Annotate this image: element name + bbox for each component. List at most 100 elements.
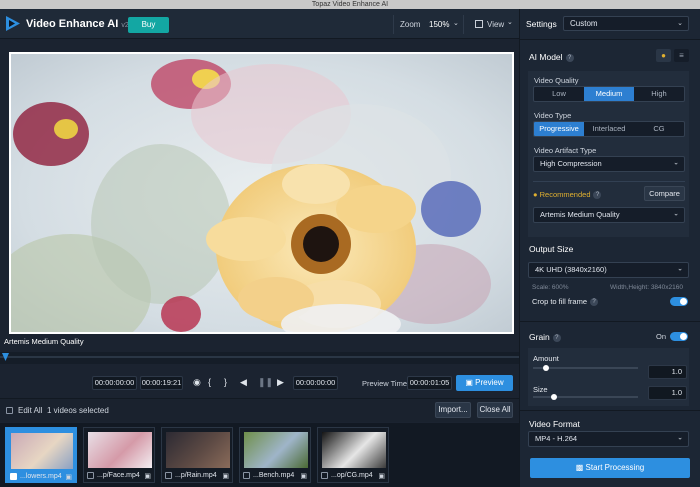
grain-state: On xyxy=(656,332,667,341)
help-icon[interactable]: ? xyxy=(565,53,574,62)
window-title-bar: Topaz Video Enhance AI xyxy=(0,0,700,9)
quality-option-medium[interactable]: Medium xyxy=(584,87,634,101)
file-checkbox[interactable] xyxy=(321,472,328,479)
artifact-type-select[interactable]: High Compression ⌄ xyxy=(533,156,685,172)
timeline-track[interactable] xyxy=(0,352,519,364)
scale-text: Scale: 600% xyxy=(532,284,569,291)
file-thumbnail[interactable]: ...op/CG.mp4 ▣ xyxy=(317,427,389,483)
amount-field[interactable]: 1.0 xyxy=(648,365,687,379)
file-name: ...p/Face.mp4 xyxy=(97,472,140,479)
selected-count: 1 videos selected xyxy=(47,406,109,415)
lock-icon: ▣ xyxy=(65,474,72,481)
lock-icon: ▣ xyxy=(378,473,385,480)
grain-toggle[interactable] xyxy=(670,332,688,341)
zoom-value: 150% xyxy=(429,20,450,29)
start-processing-button[interactable]: ▩ Start Processing xyxy=(530,458,690,478)
mark-out-icon[interactable]: } xyxy=(224,377,227,387)
thumbnail-image xyxy=(11,433,73,469)
video-format-title: Video Format xyxy=(529,419,580,429)
file-thumbnail[interactable]: ...p/Rain.mp4 ▣ xyxy=(161,427,233,483)
camera-icon[interactable]: ◉ xyxy=(193,377,201,388)
import-button[interactable]: Import... xyxy=(435,402,471,418)
grain-section: Amount 1.0 Size 1.0 xyxy=(528,348,689,406)
recommended-label: Recommended xyxy=(539,190,591,199)
video-preview[interactable] xyxy=(9,52,514,334)
preview-time-field[interactable]: 00:00:01:05 xyxy=(407,376,452,390)
current-time-field[interactable]: 00:00:00:00 xyxy=(293,376,338,390)
file-thumbnail[interactable]: ...p/Face.mp4 ▣ xyxy=(83,427,155,483)
preview-time-label: Preview Time xyxy=(362,379,408,388)
video-format-select[interactable]: MP4 - H.264 ⌄ xyxy=(528,431,689,447)
size-slider-handle[interactable] xyxy=(551,394,557,400)
previous-frame-icon[interactable]: ◀ xyxy=(240,377,247,388)
pin-icon: ● xyxy=(533,190,540,199)
ai-model-value: Artemis Medium Quality xyxy=(540,210,620,219)
file-thumbnail-strip: ...lowers.mp4 ▣ ...p/Face.mp4 ▣ ...p/Rain.mp… xyxy=(0,423,519,487)
chevron-down-icon: ⌄ xyxy=(677,265,683,273)
file-checkbox[interactable] xyxy=(10,473,17,480)
preset-value: Custom xyxy=(570,19,598,28)
file-checkbox[interactable] xyxy=(165,472,172,479)
grain-title: Grain? xyxy=(529,332,561,342)
lightbulb-icon[interactable]: ● xyxy=(656,49,671,62)
list-view-icon[interactable]: ≡ xyxy=(674,49,689,62)
output-size-select[interactable]: 4K UHD (3840x2160) ⌄ xyxy=(528,262,689,278)
zoom-label: Zoom xyxy=(400,20,421,29)
video-type-segmented: Progressive Interlaced CG xyxy=(533,121,685,137)
size-field[interactable]: 1.0 xyxy=(648,386,687,400)
type-option-cg[interactable]: CG xyxy=(634,122,684,136)
file-checkbox[interactable] xyxy=(243,472,250,479)
recommended-row: ● Recommended? xyxy=(533,190,602,200)
file-bar: Edit All 1 videos selected Import... Clo… xyxy=(0,398,519,422)
help-icon[interactable]: ? xyxy=(590,298,599,307)
preview-button[interactable]: ▣ Preview xyxy=(456,375,513,391)
mark-in-icon[interactable]: { xyxy=(208,377,211,387)
preset-select[interactable]: Custom ⌄ xyxy=(563,16,689,31)
edit-all-checkbox[interactable] xyxy=(6,407,13,414)
app-name-text: Video Enhance AI xyxy=(26,18,119,30)
file-name: ...op/CG.mp4 xyxy=(331,472,373,479)
amount-slider-track[interactable] xyxy=(533,367,638,369)
settings-panel: Settings Custom ⌄ AI Model? ● ≡ Video Qua… xyxy=(519,9,700,487)
buy-button[interactable]: Buy xyxy=(128,17,169,33)
edit-all-label: Edit All xyxy=(18,406,43,415)
divider xyxy=(520,410,700,411)
file-thumbnail[interactable]: ...Bench.mp4 ▣ xyxy=(239,427,311,483)
zoom-control[interactable]: Zoom 150% ⌄ xyxy=(393,15,464,34)
file-checkbox[interactable] xyxy=(87,472,94,479)
out-time-field[interactable]: 00:00:19:21 xyxy=(140,376,183,390)
timeline-bar xyxy=(0,356,519,358)
amount-slider-handle[interactable] xyxy=(542,365,549,371)
help-icon[interactable]: ? xyxy=(593,191,602,200)
type-option-interlaced[interactable]: Interlaced xyxy=(584,122,634,136)
dimensions-text: Width,Height: 3840x2160 xyxy=(610,284,683,291)
preview-icon: ▣ xyxy=(465,378,476,387)
crop-toggle[interactable] xyxy=(670,297,688,306)
file-thumbnail[interactable]: ...lowers.mp4 ▣ xyxy=(5,427,77,483)
chevron-down-icon: ⌄ xyxy=(677,434,683,442)
compare-button[interactable]: Compare xyxy=(644,186,685,201)
divider xyxy=(533,181,685,182)
file-name: ...p/Rain.mp4 xyxy=(175,472,217,479)
file-name: ...lowers.mp4 xyxy=(20,473,62,480)
film-icon: ▩ xyxy=(575,463,586,472)
ai-model-select[interactable]: Artemis Medium Quality ⌄ xyxy=(533,207,685,223)
quality-option-high[interactable]: High xyxy=(634,87,684,101)
view-control[interactable]: View ⌄ xyxy=(472,15,517,34)
next-frame-icon[interactable]: ▶ xyxy=(277,377,284,388)
chevron-down-icon: ⌄ xyxy=(453,20,459,27)
type-option-progressive[interactable]: Progressive xyxy=(534,122,584,136)
app-logo-icon xyxy=(6,16,20,31)
lock-icon: ▣ xyxy=(222,473,229,480)
video-frame-image xyxy=(11,54,512,332)
pause-icon[interactable]: ❚❚ xyxy=(258,377,273,388)
divider xyxy=(520,39,700,40)
close-all-button[interactable]: Close All xyxy=(477,402,513,418)
in-time-field[interactable]: 00:00:00:00 xyxy=(92,376,137,390)
settings-label: Settings xyxy=(526,19,557,29)
help-icon[interactable]: ? xyxy=(552,333,561,342)
quality-option-low[interactable]: Low xyxy=(534,87,584,101)
size-slider-track[interactable] xyxy=(533,396,638,398)
chevron-down-icon: ⌄ xyxy=(673,210,679,218)
window-title: Topaz Video Enhance AI xyxy=(311,1,389,8)
